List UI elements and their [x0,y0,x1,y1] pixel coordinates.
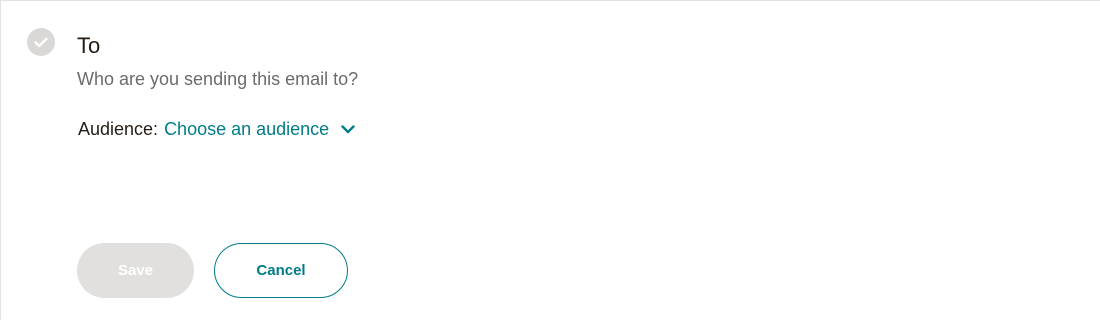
audience-label: Audience: [78,119,159,139]
section-subtitle: Who are you sending this email to? [77,69,359,89]
cancel-button[interactable]: Cancel [214,243,348,298]
audience-dropdown[interactable]: Choose an audience [164,118,355,140]
to-section-panel: To Who are you sending this email to? Au… [0,0,1100,320]
save-button[interactable]: Save [77,243,194,298]
check-circle-icon [27,28,55,56]
audience-dropdown-value: Choose an audience [164,119,330,139]
chevron-down-icon [341,124,355,134]
audience-row: Audience: Choose an audience [78,118,355,140]
section-title: To [77,33,101,58]
